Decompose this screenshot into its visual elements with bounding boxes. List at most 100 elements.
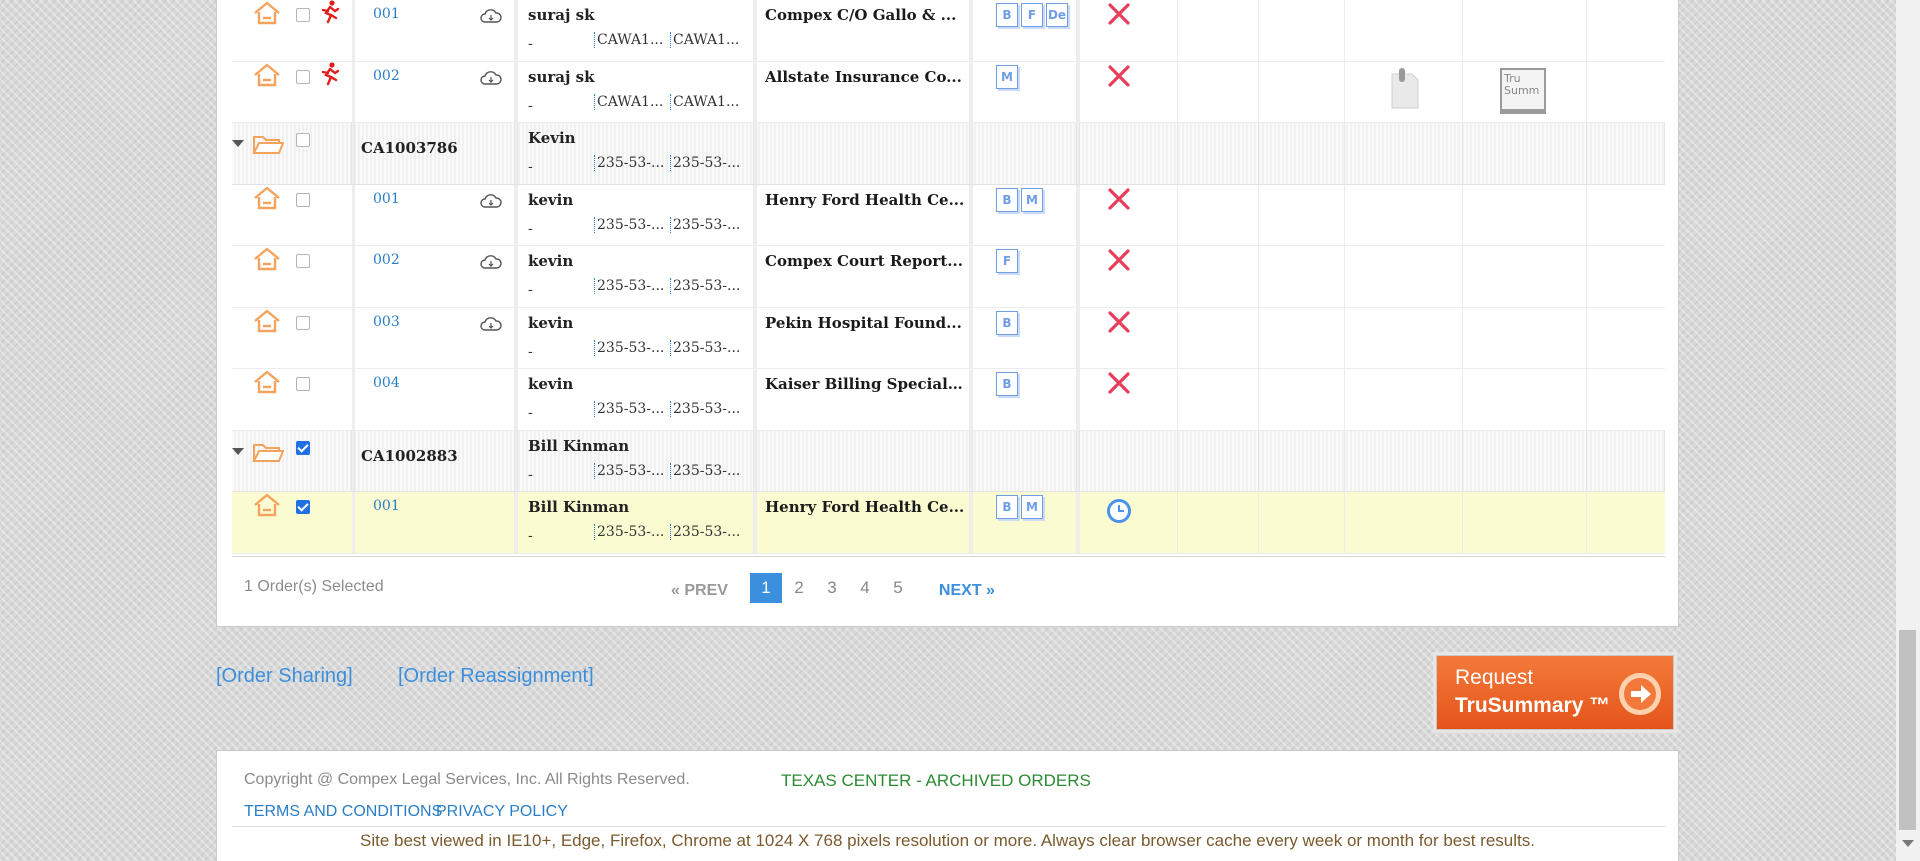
row-checkbox[interactable]: [296, 133, 310, 147]
cloud-download-icon[interactable]: [480, 316, 502, 332]
cell: [232, 369, 352, 430]
scrollbar-thumb[interactable]: [1899, 630, 1916, 830]
terms-link[interactable]: TERMS AND CONDITIONS: [244, 803, 442, 821]
document-type-icon[interactable]: B: [996, 372, 1018, 396]
trusummary-icon[interactable]: Tru Summ: [1500, 67, 1546, 114]
home-icon[interactable]: [252, 1, 282, 25]
cell: Kaiser Billing Special ...: [757, 369, 970, 430]
cloud-download-icon[interactable]: [480, 8, 502, 24]
attachment-icon[interactable]: [1389, 67, 1421, 110]
cloud-download-icon[interactable]: [480, 254, 502, 270]
archived-orders-link[interactable]: TEXAS CENTER - ARCHIVED ORDERS: [781, 771, 1091, 791]
cell: [1080, 184, 1178, 245]
collapse-caret-icon[interactable]: [232, 447, 244, 455]
cell: CA1002883: [355, 430, 515, 491]
row-checkbox[interactable]: [296, 8, 310, 22]
patient-name: kevin: [528, 375, 574, 393]
row-checkbox[interactable]: [296, 315, 310, 330]
cell: Kevin - 235-53-... 235-53-...: [518, 123, 754, 184]
cell: Compex Court Report...: [757, 246, 970, 307]
case-group-row: CA1002883 Bill Kinman - 235-53-... 235-53-..…: [232, 430, 1665, 492]
document-type-icon[interactable]: M: [1021, 187, 1043, 212]
cancel-x-icon[interactable]: [1107, 310, 1131, 334]
document-type-icon[interactable]: B: [996, 187, 1018, 212]
cancel-x-icon[interactable]: [1107, 64, 1131, 88]
order-number-link[interactable]: 001: [373, 191, 400, 207]
order-reassignment-link[interactable]: [Order Reassignment]: [398, 665, 594, 688]
document-type-icon[interactable]: F: [1021, 3, 1043, 27]
patient-name: kevin: [528, 313, 574, 332]
document-type-icon[interactable]: B: [996, 495, 1018, 519]
id-segment: 235-53-...: [670, 401, 746, 417]
cell: [1463, 246, 1587, 307]
page-link-2[interactable]: 2: [783, 573, 815, 603]
order-number-link[interactable]: 002: [373, 252, 400, 268]
row-checkbox[interactable]: [296, 377, 310, 391]
cloud-download-icon[interactable]: [480, 193, 502, 209]
cell: [232, 492, 352, 553]
patient-name: Bill Kinman: [528, 436, 630, 455]
cell: [1587, 369, 1665, 430]
privacy-link[interactable]: PRIVACY POLICY: [436, 803, 568, 821]
facility-name: Henry Ford Health Ce...: [765, 190, 965, 209]
row-checkbox[interactable]: [296, 440, 310, 455]
pending-clock-icon: [1106, 498, 1132, 524]
page-link-3[interactable]: 3: [816, 573, 848, 603]
cell: [973, 430, 1077, 491]
collapse-caret-icon[interactable]: [232, 140, 244, 147]
cancel-x-icon[interactable]: [1107, 187, 1131, 211]
home-icon[interactable]: [252, 493, 282, 517]
cell: [1178, 492, 1259, 553]
order-sharing-link[interactable]: [Order Sharing]: [216, 665, 353, 688]
cancel-x-icon[interactable]: [1107, 248, 1131, 272]
dash-value: -: [528, 466, 533, 483]
cell: [1178, 369, 1259, 430]
facility-name: Henry Ford Health Ce...: [765, 498, 965, 516]
order-number-link[interactable]: 001: [373, 498, 400, 514]
request-trusummary-button[interactable]: Request TruSummary ™: [1436, 655, 1674, 730]
order-number-link[interactable]: 002: [373, 68, 400, 84]
document-type-icon[interactable]: F: [996, 249, 1018, 273]
order-number-link[interactable]: 003: [373, 314, 400, 330]
cancel-x-icon[interactable]: [1107, 2, 1131, 26]
id-segment: 235-53-...: [670, 462, 746, 479]
document-type-icon[interactable]: B: [996, 3, 1018, 27]
document-type-icon[interactable]: M: [1021, 495, 1043, 519]
cell: 004: [355, 369, 515, 430]
prev-page-link[interactable]: « PREV: [671, 582, 728, 600]
id-segment: CAWA1...: [670, 32, 746, 48]
cancel-x-icon[interactable]: [1107, 371, 1131, 395]
row-checkbox[interactable]: [296, 192, 310, 207]
cell: [1080, 246, 1178, 307]
cloud-download-icon[interactable]: [480, 70, 502, 86]
row-checkbox[interactable]: [296, 254, 310, 268]
dash-value: -: [528, 405, 533, 421]
document-type-icon[interactable]: B: [996, 310, 1018, 335]
scroll-down-arrow-icon[interactable]: [1902, 840, 1914, 847]
order-number-link[interactable]: 001: [373, 6, 400, 22]
home-icon[interactable]: [252, 370, 282, 394]
page-link-5[interactable]: 5: [882, 573, 914, 603]
vertical-scrollbar[interactable]: [1896, 0, 1920, 861]
next-page-link[interactable]: NEXT »: [939, 582, 995, 600]
home-icon[interactable]: [252, 63, 282, 87]
home-icon[interactable]: [252, 247, 282, 271]
case-number[interactable]: CA1003786: [361, 139, 458, 157]
cell: kevin - 235-53-... 235-53-...: [518, 307, 754, 368]
home-icon[interactable]: [252, 186, 282, 210]
document-type-icon[interactable]: De: [1046, 3, 1068, 27]
row-checkbox[interactable]: [296, 69, 310, 84]
cell: [1259, 430, 1345, 491]
order-number-link[interactable]: 004: [373, 375, 400, 391]
cell: [1463, 0, 1587, 61]
case-number[interactable]: CA1002883: [361, 447, 458, 465]
page-link-4[interactable]: 4: [849, 573, 881, 603]
selected-count: 1 Order(s) Selected: [244, 578, 384, 595]
page-link-1[interactable]: 1: [749, 573, 782, 603]
row-checkbox[interactable]: [296, 500, 310, 514]
document-type-icon[interactable]: M: [996, 64, 1018, 89]
cell: [1463, 369, 1587, 430]
home-icon[interactable]: [252, 309, 282, 333]
cell: [1587, 123, 1665, 184]
patient-ids: - 235-53-... 235-53-...: [528, 278, 746, 298]
